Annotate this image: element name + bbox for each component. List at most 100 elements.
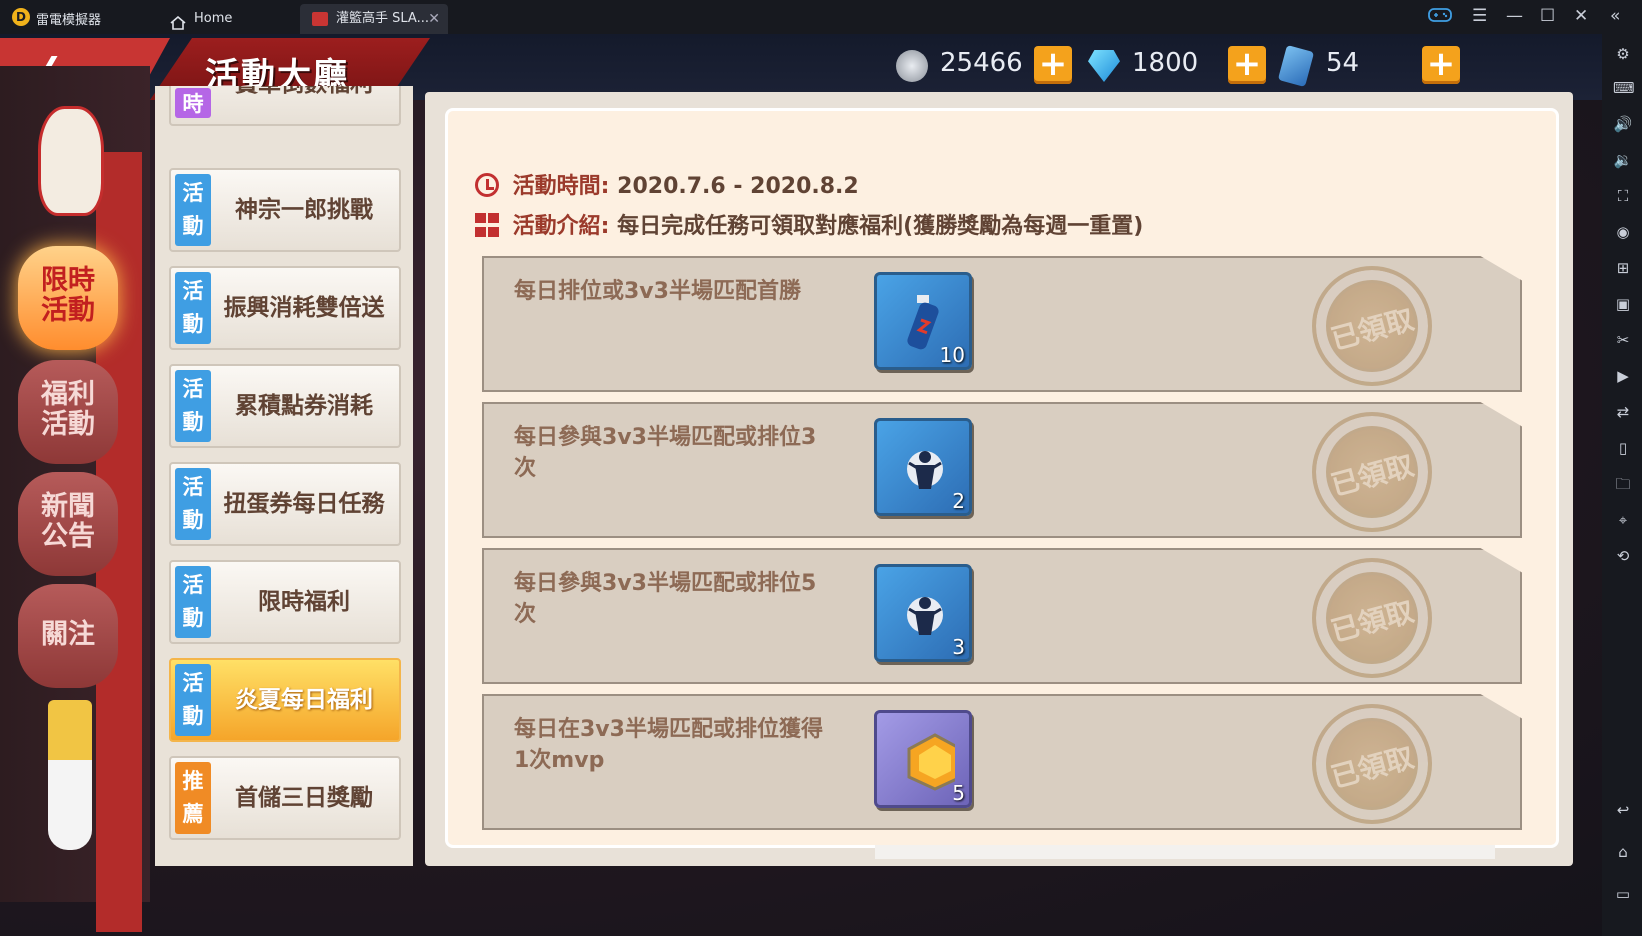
event-label: 賣單倒數福利 [215, 86, 393, 124]
event-time-value: 2020.7.6 - 2020.8.2 [617, 174, 859, 199]
home-icon [170, 12, 186, 30]
list-item[interactable]: 活 動 限時福利 [169, 560, 401, 644]
hexagon-gem-icon [907, 733, 955, 791]
player-card-icon [907, 597, 943, 635]
emulator-logo-icon: D [12, 8, 30, 26]
collapse-sidebar-icon[interactable]: « [1610, 6, 1620, 26]
reward-count: 10 [939, 343, 965, 367]
event-tag: 活 動 [175, 664, 211, 736]
lucky-cat-icon [38, 106, 104, 216]
player-card-icon [907, 451, 943, 489]
reward-item[interactable]: 3 [874, 564, 972, 662]
tab-home-label: Home [194, 11, 233, 26]
event-label: 限時福利 [258, 589, 350, 615]
scissors-icon[interactable]: ✂ [1613, 330, 1633, 350]
task-row: 每日在3v3半場匹配或排位獲得1次mvp 5 已領取 [482, 694, 1522, 830]
list-item-active[interactable]: 活 動 炎夏每日福利 [169, 658, 401, 742]
claimed-stamp: 已領取 [1312, 704, 1432, 824]
diamond-value: 1800 [1132, 48, 1199, 78]
event-label: 累積點券消耗 [235, 393, 373, 419]
add-diamond-button[interactable]: + [1228, 46, 1266, 84]
event-time-row: 活動時間: 2020.7.6 - 2020.8.2 [475, 168, 859, 200]
location-icon[interactable]: ⌖ [1613, 510, 1633, 530]
volume-up-icon[interactable]: 🔊 [1613, 114, 1633, 134]
event-intro-row: 活動介紹: 每日完成任務可領取對應福利(獲勝獎勵為每週一重置) [475, 208, 1143, 240]
event-tag: 活 動 [175, 370, 211, 442]
tab-game[interactable]: 灌籃高手 SLA... ✕ [300, 4, 448, 34]
reward-item[interactable]: 5 [874, 710, 972, 808]
clock-icon [475, 173, 499, 197]
emulator-app-name: 雷電模擬器 [36, 13, 102, 28]
horizontal-scrollbar[interactable] [875, 845, 1495, 859]
tab-close-icon[interactable]: ✕ [428, 4, 440, 34]
add-ticket-button[interactable]: + [1422, 46, 1460, 84]
keyboard-icon[interactable]: ⌨ [1613, 78, 1635, 98]
event-tag: 活 動 [175, 174, 211, 246]
list-item[interactable]: 活 動 累積點券消耗 [169, 364, 401, 448]
claimed-stamp: 已領取 [1312, 558, 1432, 678]
grid-icon [475, 213, 499, 237]
settings-gear-icon[interactable]: ⚙ [1613, 44, 1633, 64]
list-item[interactable]: 時 賣單倒數福利 [169, 86, 401, 126]
apk-install-icon[interactable]: ▣ [1613, 294, 1633, 314]
folder-icon[interactable]: 🗀 [1613, 474, 1633, 494]
sync-icon[interactable]: ⇄ [1613, 402, 1633, 422]
volume-down-icon[interactable]: 🔉 [1613, 150, 1633, 170]
lantern-tassel [48, 700, 92, 850]
rotate-icon[interactable]: ⟲ [1613, 546, 1633, 566]
ticket-value: 54 [1326, 48, 1360, 78]
event-tag: 活 動 [175, 566, 211, 638]
task-row: 每日排位或3v3半場匹配首勝 10 已領取 [482, 256, 1522, 392]
event-label: 振興消耗雙倍送 [223, 295, 385, 321]
lantern-follow[interactable]: 關注 [18, 584, 118, 688]
add-coin-button[interactable]: + [1034, 46, 1072, 84]
event-label: 炎夏每日福利 [235, 687, 373, 713]
tab-home[interactable]: Home [158, 4, 298, 34]
emulator-toolbar: ⚙ ⌨ 🔊 🔉 ⛶ ◉ ⊞ ▣ ✂ ▶ ⇄ ▯ 🗀 ⌖ ⟲ ↩ ⌂ ▭ [1602, 34, 1642, 936]
lantern-news[interactable]: 新聞 公告 [18, 472, 118, 576]
coin-icon [896, 50, 928, 82]
list-item[interactable]: 活 動 扭蛋券每日任務 [169, 462, 401, 546]
gamepad-icon[interactable] [1428, 6, 1452, 29]
event-intro-label: 活動介紹: [512, 214, 610, 239]
lantern-limited-events[interactable]: 限時 活動 [18, 246, 118, 350]
list-item[interactable]: 活 動 振興消耗雙倍送 [169, 266, 401, 350]
event-label: 扭蛋券每日任務 [223, 491, 385, 517]
claimed-stamp-text: 已領取 [1327, 448, 1418, 503]
game-app-icon [312, 12, 328, 26]
close-window-icon[interactable]: ✕ [1574, 6, 1588, 26]
reward-item[interactable]: 10 [874, 272, 972, 370]
task-description: 每日在3v3半場匹配或排位獲得1次mvp [514, 717, 823, 773]
event-list: 時 賣單倒數福利 活 動 神宗一郎挑戰 活 動 振興消耗雙倍送 活 動 累積點券… [155, 86, 413, 866]
reward-count: 3 [952, 635, 965, 659]
lantern-welfare-events[interactable]: 福利 活動 [18, 360, 118, 464]
event-tag: 推 薦 [175, 762, 211, 834]
event-label: 首儲三日獎勵 [235, 785, 373, 811]
back-nav-icon[interactable]: ↩ [1613, 800, 1633, 820]
event-time-label: 活動時間: [512, 174, 610, 199]
list-item[interactable]: 活 動 神宗一郎挑戰 [169, 168, 401, 252]
event-tag: 時 [175, 88, 211, 118]
screenshot-icon[interactable]: ⛶ [1613, 186, 1633, 206]
maximize-icon[interactable]: ☐ [1540, 6, 1555, 26]
task-row: 每日參與3v3半場匹配或排位5次 3 已領取 [482, 548, 1522, 684]
task-description: 每日參與3v3半場匹配或排位3次 [514, 425, 817, 481]
tab-game-label: 灌籃高手 SLA... [336, 11, 429, 26]
record-icon[interactable]: ◉ [1613, 222, 1633, 242]
reward-count: 2 [952, 489, 965, 513]
claimed-stamp-text: 已領取 [1327, 740, 1418, 795]
claimed-stamp: 已領取 [1312, 266, 1432, 386]
coin-value: 25466 [940, 48, 1023, 78]
home-nav-icon[interactable]: ⌂ [1613, 842, 1633, 862]
menu-icon[interactable]: ☰ [1472, 6, 1487, 26]
video-icon[interactable]: ▶ [1613, 366, 1633, 386]
recent-apps-icon[interactable]: ▭ [1613, 884, 1633, 904]
minimize-icon[interactable]: — [1506, 6, 1523, 26]
event-tag: 活 動 [175, 468, 211, 540]
list-item[interactable]: 推 薦 首儲三日獎勵 [169, 756, 401, 840]
reward-item[interactable]: 2 [874, 418, 972, 516]
shake-icon[interactable]: ▯ [1613, 438, 1633, 458]
add-window-icon[interactable]: ⊞ [1613, 258, 1633, 278]
claimed-stamp-text: 已領取 [1327, 302, 1418, 357]
emulator-titlebar: D 雷電模擬器 Home 灌籃高手 SLA... ✕ ☰ — ☐ ✕ « [0, 0, 1642, 34]
